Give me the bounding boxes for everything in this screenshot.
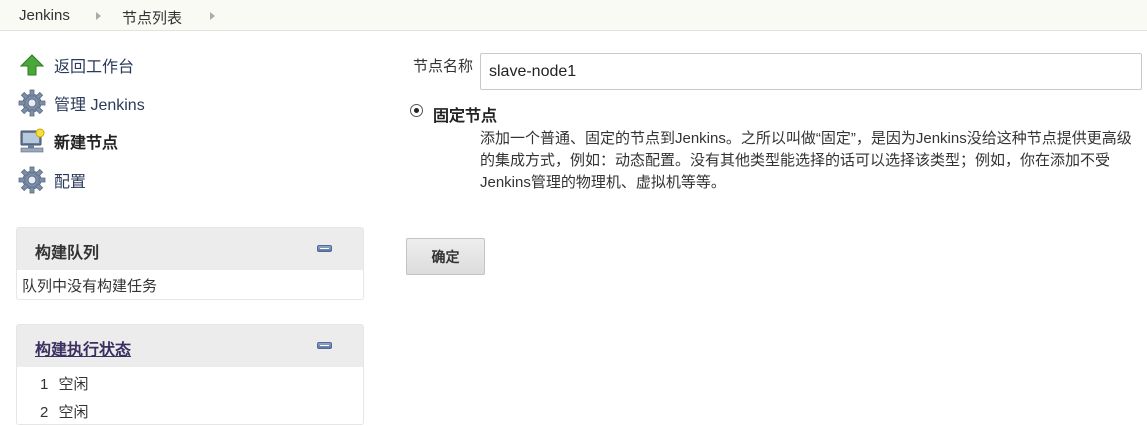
executors-pane: 构建执行状态 1 空闲 2 空闲 (16, 324, 364, 425)
up-arrow-icon (18, 51, 46, 79)
executors-header: 构建执行状态 (17, 325, 363, 367)
task-manage-jenkins[interactable]: 管理 Jenkins (18, 89, 145, 117)
task-configure-label[interactable]: 配置 (54, 168, 86, 192)
executors-title-link[interactable]: 构建执行状态 (35, 336, 131, 360)
breadcrumb-separator-icon (210, 12, 215, 20)
build-queue-title: 构建队列 (35, 245, 100, 262)
node-name-label: 节点名称 (413, 58, 474, 75)
permanent-node-label[interactable]: 固定节点 (433, 102, 497, 126)
task-new-node-label[interactable]: 新建节点 (54, 129, 118, 153)
executor-row: 2 空闲 (40, 401, 89, 422)
breadcrumb-jenkins-link[interactable]: Jenkins (19, 7, 70, 24)
build-queue-pane: 构建队列 队列中没有构建任务 (16, 227, 364, 300)
task-manage-jenkins-label[interactable]: 管理 Jenkins (54, 91, 145, 115)
permanent-node-radio[interactable] (410, 104, 423, 117)
executor-row: 1 空闲 (40, 373, 89, 394)
permanent-node-description: 添加一个普通、固定的节点到Jenkins。之所以叫做“固定”，是因为Jenkin… (480, 130, 1132, 191)
task-configure[interactable]: 配置 (18, 166, 86, 194)
executor-status: 空闲 (58, 376, 89, 393)
breadcrumb-separator-icon (96, 12, 101, 20)
node-name-input[interactable] (480, 53, 1142, 90)
ok-button[interactable]: 确定 (406, 238, 485, 275)
executor-status: 空闲 (58, 404, 89, 421)
breadcrumb: Jenkins 节点列表 (0, 0, 1147, 31)
gear-icon (18, 89, 46, 117)
executor-number: 1 (40, 376, 49, 393)
computer-icon (18, 127, 46, 155)
task-new-node[interactable]: 新建节点 (18, 127, 118, 155)
task-back-to-dashboard-label[interactable]: 返回工作台 (54, 53, 134, 77)
build-queue-header: 构建队列 (17, 228, 363, 270)
executor-number: 2 (40, 404, 49, 421)
task-back-to-dashboard[interactable]: 返回工作台 (18, 51, 134, 79)
breadcrumb-node-list-link[interactable]: 节点列表 (122, 7, 182, 28)
gear-icon (18, 166, 46, 194)
collapse-icon[interactable] (317, 245, 332, 252)
build-queue-empty-text: 队列中没有构建任务 (22, 278, 158, 295)
collapse-icon[interactable] (317, 342, 332, 349)
